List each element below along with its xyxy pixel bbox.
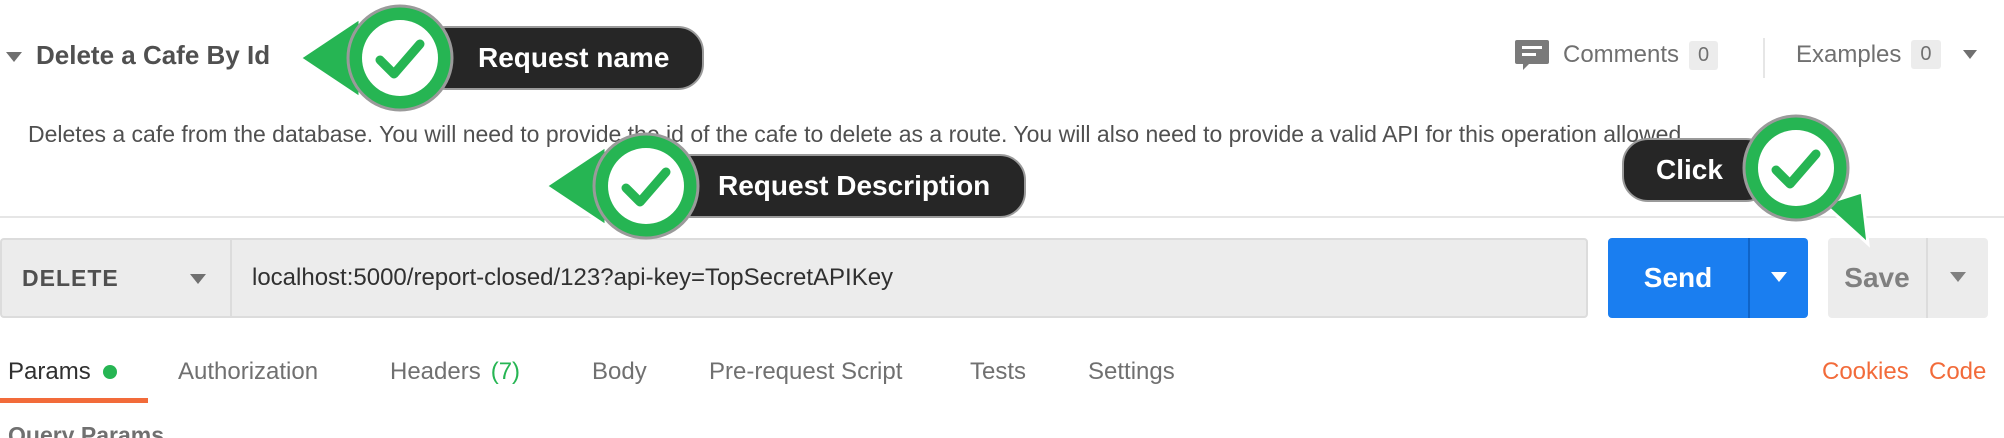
callout-label: Request name — [420, 26, 704, 90]
tab-settings[interactable]: Settings — [1088, 358, 1175, 386]
comments-label: Comments — [1563, 41, 1680, 68]
chevron-down-icon — [1950, 272, 1966, 282]
chevron-down-icon — [1771, 272, 1787, 282]
tab-label: Pre-request Script — [709, 358, 903, 385]
tab-label: Authorization — [178, 358, 319, 385]
comments-button[interactable]: Comments 0 — [1515, 40, 1719, 70]
checkmark-badge-icon — [543, 132, 700, 240]
tab-label: Settings — [1088, 358, 1175, 385]
tab-label: Params — [8, 358, 91, 385]
headers-count: (7) — [490, 358, 521, 385]
examples-count-badge: 0 — [1911, 40, 1941, 69]
collapse-caret-icon[interactable] — [6, 52, 22, 62]
cookies-link[interactable]: Cookies — [1822, 358, 1909, 386]
tab-pre-request-script[interactable]: Pre-request Script — [709, 358, 902, 386]
tab-label: Tests — [970, 358, 1027, 385]
chevron-down-icon — [1962, 50, 1977, 59]
checkmark-badge-icon — [1742, 114, 1870, 248]
chevron-down-icon — [190, 274, 206, 284]
active-tab-indicator — [0, 398, 148, 403]
send-button[interactable]: Send — [1608, 238, 1748, 318]
examples-dropdown[interactable]: Examples 0 — [1796, 40, 1977, 69]
callout-label: Request Description — [664, 154, 1026, 218]
checkmark-badge-icon — [297, 4, 454, 112]
tab-authorization[interactable]: Authorization — [178, 358, 318, 386]
method-label: DELETE — [22, 264, 119, 291]
url-text: localhost:5000/report-closed/123?api-key… — [252, 264, 894, 291]
save-label: Save — [1844, 262, 1910, 293]
comment-icon — [1515, 40, 1549, 70]
query-params-heading: Query Params — [8, 422, 164, 438]
tab-params[interactable]: Params — [8, 358, 117, 386]
method-select[interactable]: DELETE — [0, 238, 230, 318]
tab-tests[interactable]: Tests — [970, 358, 1026, 386]
request-description[interactable]: Deletes a cafe from the database. You wi… — [28, 116, 1768, 152]
examples-label: Examples — [1796, 40, 1902, 68]
tab-headers[interactable]: Headers (7) — [390, 358, 520, 386]
comments-count-badge: 0 — [1689, 40, 1719, 70]
header-divider — [1763, 38, 1765, 78]
tab-body[interactable]: Body — [592, 358, 647, 386]
request-name[interactable]: Delete a Cafe By Id — [36, 40, 270, 71]
url-input[interactable]: localhost:5000/report-closed/123?api-key… — [230, 238, 1588, 318]
tab-label: Headers — [390, 358, 481, 385]
send-label: Send — [1643, 262, 1713, 293]
code-link[interactable]: Code — [1929, 358, 1986, 386]
tab-label: Body — [592, 358, 647, 385]
status-dot-icon — [102, 365, 117, 379]
save-options-button[interactable] — [1926, 238, 1988, 318]
